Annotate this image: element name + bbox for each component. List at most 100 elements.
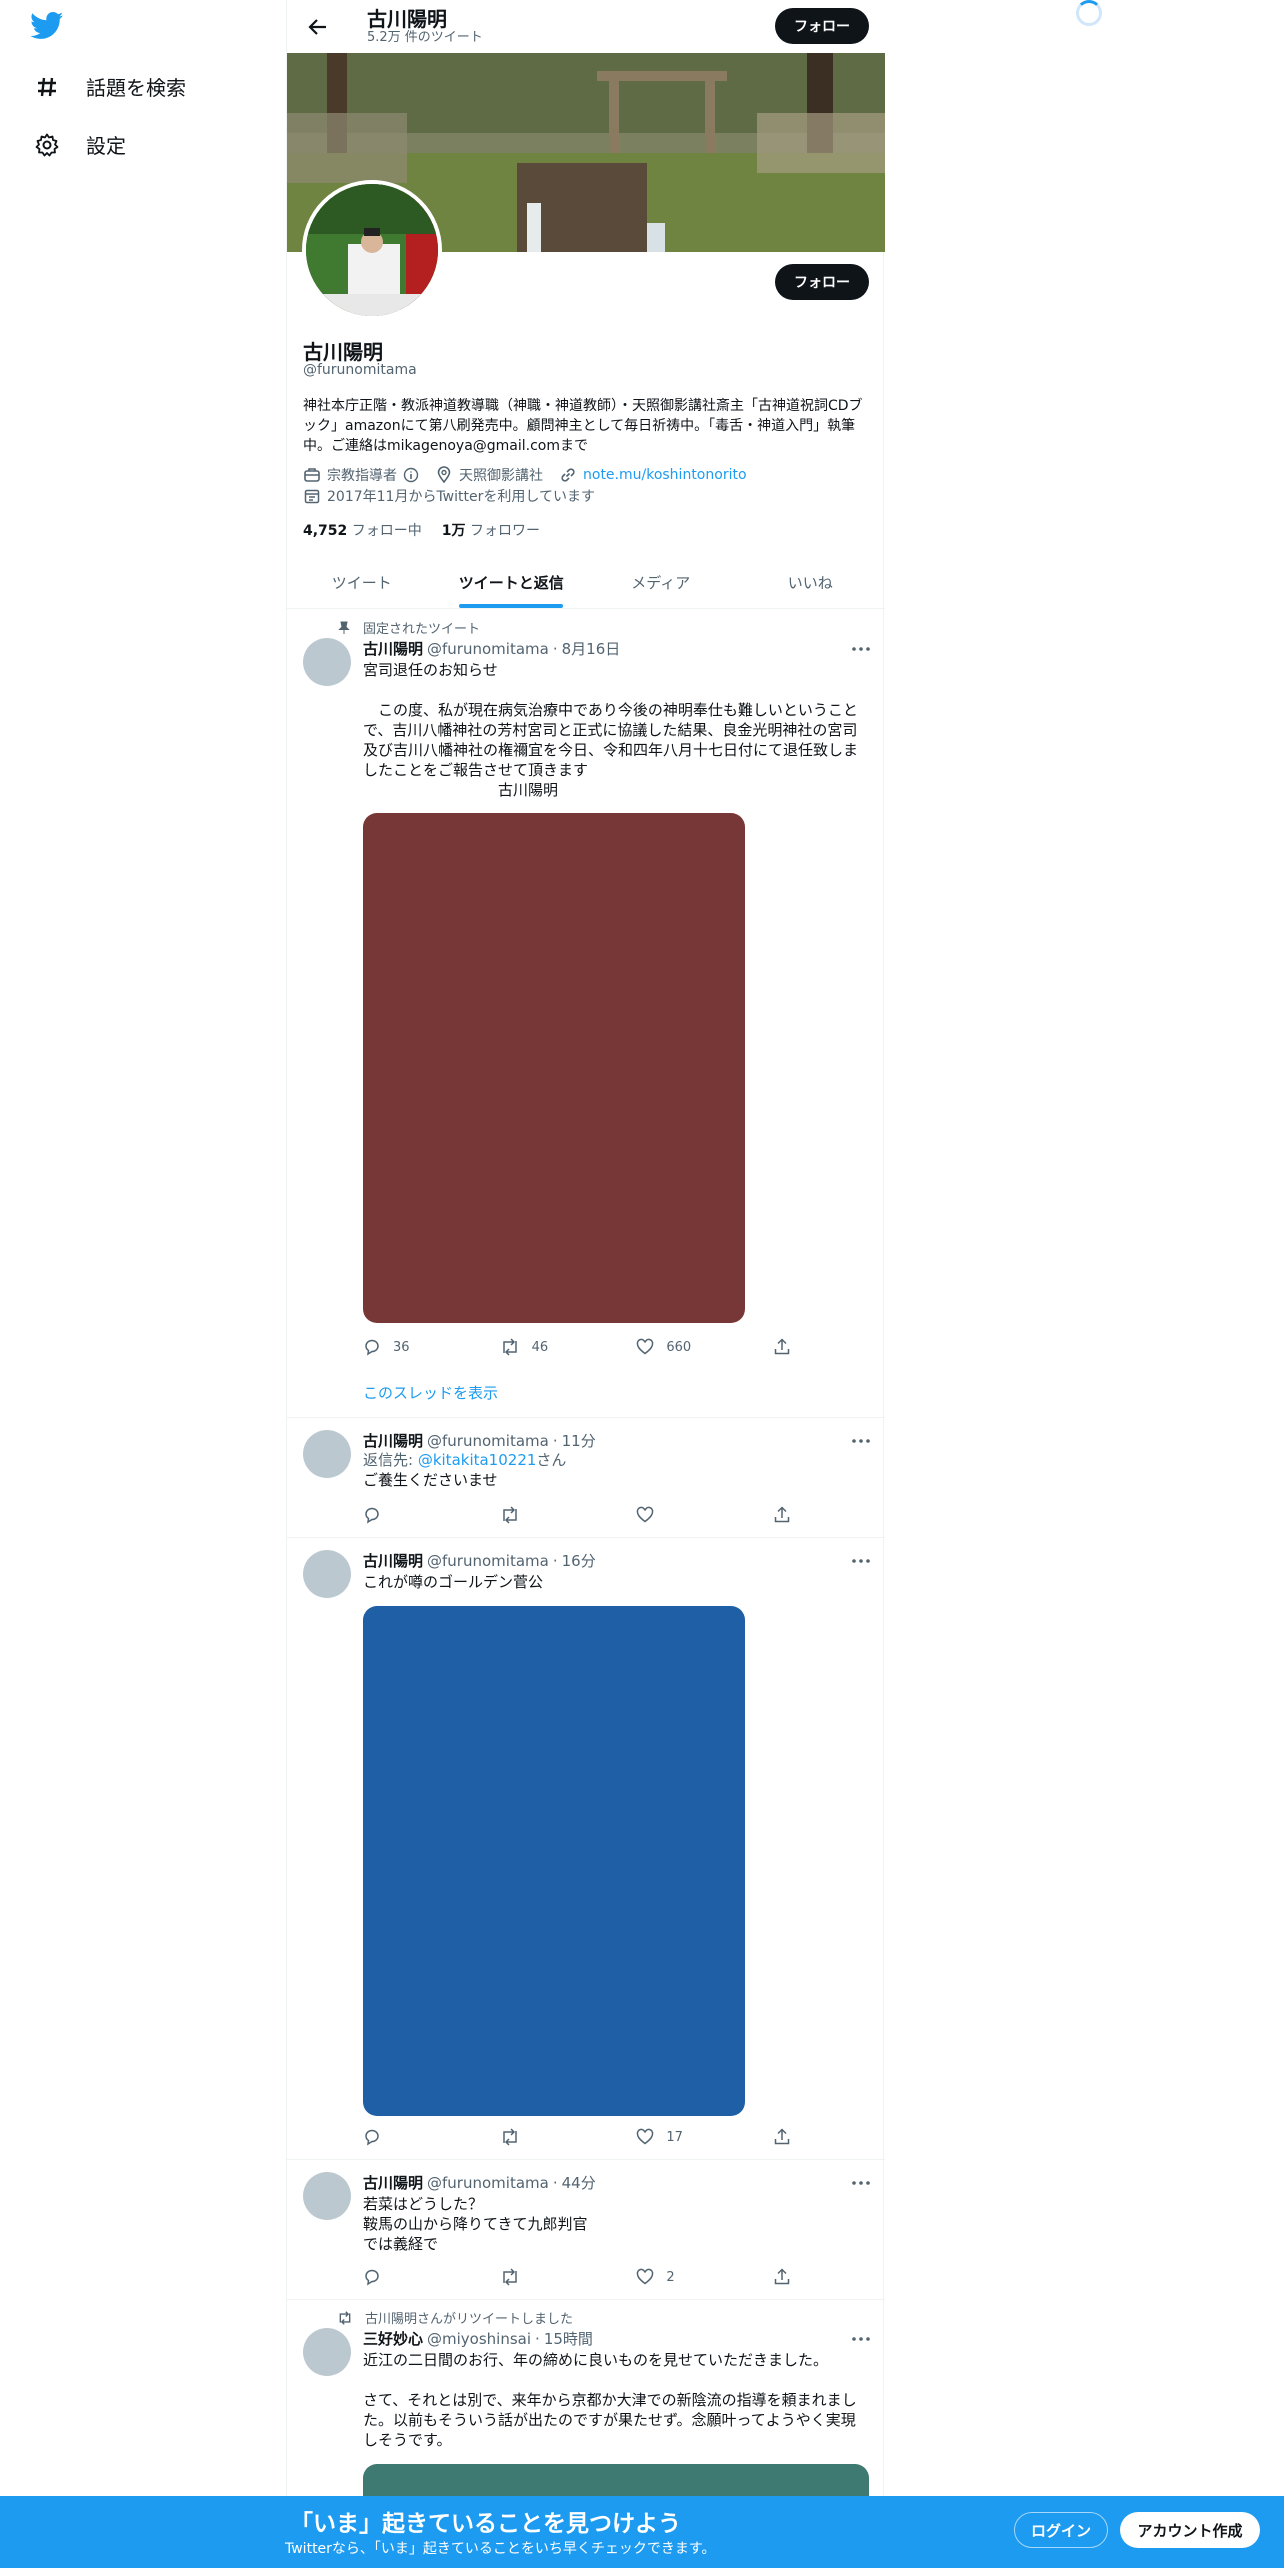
author-handle[interactable]: @miyoshinsai	[427, 2330, 531, 2348]
following-count: 4,752	[303, 523, 348, 539]
reply-icon	[365, 1507, 379, 1524]
retweet-icon	[502, 1338, 517, 1356]
more-icon[interactable]	[849, 1432, 873, 1450]
header-tweet-count: 5.2万 件のツイート	[367, 29, 483, 45]
tweet-text: 宮司退任のお知らせ この度、私が現在病気治療中であり今後の神明奉仕も難しいという…	[363, 661, 859, 799]
author-handle[interactable]: @furunomitama	[427, 1552, 549, 1570]
tweet-text: これが噂のゴールデン菅公	[363, 1573, 544, 1591]
tweet-actions: 2	[363, 2268, 793, 2286]
tweet-text: 若菜はどうした？ 鞍馬の山から降りてきて九郎判官 では義経で	[363, 2195, 588, 2253]
tweet[interactable]: 固定されたツイート 古川陽明 @furunomitama · 8月16日 宮司退…	[287, 610, 885, 1418]
more-icon[interactable]	[849, 2174, 873, 2192]
profile-follow-button[interactable]: フォロー	[775, 264, 869, 300]
tab-tweets-and-replies[interactable]: ツイートと返信	[437, 556, 587, 608]
pinned-label: 固定されたツイート	[363, 622, 481, 637]
share-button[interactable]	[773, 2268, 793, 2286]
share-icon	[774, 2268, 790, 2285]
tab-media[interactable]: メディア	[586, 556, 736, 608]
author-handle[interactable]: @furunomitama	[427, 640, 549, 658]
sidebar-item-label: 設定	[86, 134, 126, 158]
profile-header: 古川陽明 5.2万 件のツイート フォロー	[287, 0, 885, 53]
share-icon	[774, 2128, 790, 2145]
retweet-button[interactable]	[500, 2268, 560, 2286]
reply-icon	[365, 2129, 379, 2146]
tweet-header: 古川陽明 @furunomitama · 8月16日	[363, 638, 621, 659]
link-icon	[561, 468, 575, 482]
reply-button[interactable]	[363, 2268, 423, 2286]
retweeted-by-label[interactable]: 古川陽明さんがリツイートしました	[365, 2308, 573, 2327]
tweet-header: 三好妙心 @miyoshinsai · 15時間	[363, 2328, 593, 2349]
reply-button[interactable]	[363, 2128, 423, 2146]
share-button[interactable]	[773, 2128, 793, 2146]
share-button[interactable]	[773, 1338, 793, 1356]
author-name[interactable]: 古川陽明	[363, 638, 423, 659]
tweet-media[interactable]	[363, 813, 745, 1323]
login-button[interactable]: ログイン	[1014, 2512, 1108, 2548]
profile-handle: @furunomitama	[303, 362, 417, 378]
tab-tweets[interactable]: ツイート	[287, 556, 437, 608]
reply-to-handle[interactable]: @kitakita10221	[418, 1451, 537, 1469]
sidebar-item-settings[interactable]: 設定	[34, 130, 126, 159]
author-handle[interactable]: @furunomitama	[427, 1432, 549, 1450]
header-name: 古川陽明	[367, 6, 447, 31]
reply-button[interactable]	[363, 1506, 423, 1524]
tab-likes[interactable]: いいね	[736, 556, 886, 608]
location-pin-icon	[437, 466, 451, 484]
more-icon[interactable]	[849, 640, 873, 658]
profile-avatar[interactable]	[302, 180, 442, 320]
avatar[interactable]	[303, 2172, 351, 2220]
calendar-icon	[304, 489, 320, 504]
reply-to-label: 返信先:	[363, 1451, 418, 1469]
heart-icon	[637, 1506, 654, 1523]
reply-button[interactable]: 36	[363, 1338, 423, 1356]
retweet-button[interactable]	[500, 2128, 560, 2146]
avatar[interactable]	[303, 1550, 351, 1598]
more-icon[interactable]	[849, 1552, 873, 1570]
tweet[interactable]: 古川陽明 @furunomitama · 16分 これが噂のゴールデン菅公 17	[287, 1538, 885, 2160]
avatar[interactable]	[303, 2328, 351, 2376]
avatar[interactable]	[303, 1430, 351, 1478]
like-button[interactable]: 2	[636, 2268, 696, 2286]
author-name[interactable]: 古川陽明	[363, 2172, 423, 2193]
tweet-time[interactable]: 44分	[562, 2172, 596, 2193]
info-icon[interactable]	[403, 467, 419, 483]
retweet-button[interactable]: 46	[500, 1338, 560, 1356]
tweet-text: 近江の二日間のお行、年の締めに良いものを見せていただきました。 さて、それとは別…	[363, 2351, 857, 2449]
following-link[interactable]: 4,752 フォロー中	[303, 520, 422, 540]
avatar[interactable]	[303, 638, 351, 686]
retweet-button[interactable]	[500, 1506, 560, 1524]
show-thread-link[interactable]: このスレッドを表示	[363, 1382, 498, 1403]
tweet-time[interactable]: 16分	[562, 1550, 596, 1571]
tweet[interactable]: 古川陽明 @furunomitama · 11分 返信先: @kitakita1…	[287, 1418, 885, 1538]
author-name[interactable]: 古川陽明	[363, 1550, 423, 1571]
gear-icon	[34, 132, 60, 158]
tweet-actions	[363, 1506, 793, 1524]
author-name[interactable]: 古川陽明	[363, 1430, 423, 1451]
tweet[interactable]: 古川陽明 @furunomitama · 44分 若菜はどうした？ 鞍馬の山から…	[287, 2160, 885, 2300]
signup-button[interactable]: アカウント作成	[1120, 2512, 1260, 2548]
more-icon[interactable]	[849, 2330, 873, 2348]
sidebar-item-label: 話題を検索	[86, 76, 186, 100]
tweet-actions: 36 46 660	[363, 1338, 793, 1356]
back-arrow-icon[interactable]	[301, 10, 335, 44]
signup-banner-title: 「いま」起きていることを見つけよう	[290, 2511, 681, 2537]
share-button[interactable]	[773, 1506, 793, 1524]
profile-category: 宗教指導者	[327, 468, 397, 484]
followers-link[interactable]: 1万 フォロワー	[442, 520, 540, 540]
tweet-time[interactable]: 15時間	[544, 2328, 593, 2349]
like-button[interactable]	[636, 1506, 696, 1524]
hashtag-icon	[34, 74, 60, 100]
retweet-icon	[502, 2268, 517, 2286]
like-button[interactable]: 660	[636, 1338, 696, 1356]
tweet-media[interactable]	[363, 1606, 745, 2116]
author-name[interactable]: 三好妙心	[363, 2328, 423, 2349]
sidebar-item-explore[interactable]: 話題を検索	[34, 72, 186, 101]
header-follow-button[interactable]: フォロー	[775, 8, 869, 44]
profile-url-link[interactable]: note.mu/koshintonorito	[583, 467, 747, 483]
tweet-time[interactable]: 11分	[562, 1430, 596, 1451]
author-handle[interactable]: @furunomitama	[427, 2174, 549, 2192]
tweet-time[interactable]: 8月16日	[562, 638, 621, 659]
heart-icon	[637, 2268, 654, 2285]
like-button[interactable]: 17	[636, 2128, 696, 2146]
twitter-logo-icon[interactable]	[30, 12, 66, 44]
